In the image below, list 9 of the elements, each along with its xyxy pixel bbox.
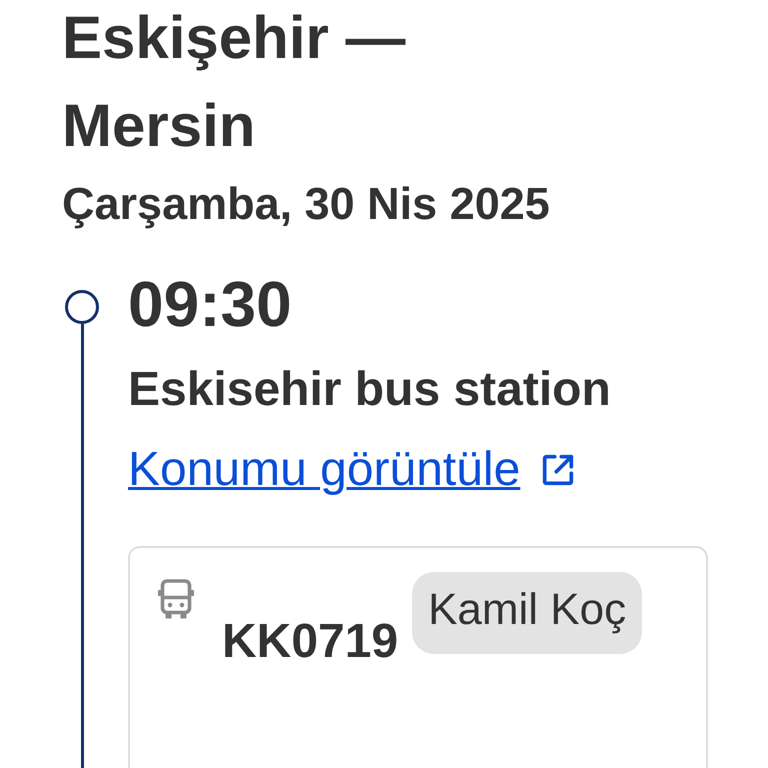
bus-icon <box>158 578 194 620</box>
trip-date: Çarşamba, 30 Nis 2025 <box>62 177 551 231</box>
operator-tag: Kamil Koç <box>412 572 642 654</box>
stop-marker <box>65 290 99 324</box>
station-name: Eskisehir bus station <box>128 362 612 418</box>
map-link[interactable]: Konumu görüntüle <box>128 440 520 500</box>
route-title: Eskişehir — Mersin <box>62 3 407 161</box>
trip-code: KK0719 <box>222 614 398 669</box>
departure-time: 09:30 <box>128 272 293 336</box>
